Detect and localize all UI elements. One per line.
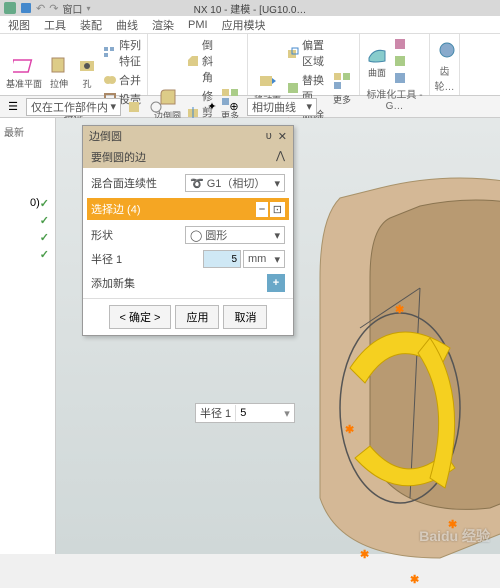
menu-pmi[interactable]: PMI bbox=[188, 19, 208, 31]
window-menu[interactable]: 窗口 bbox=[62, 1, 82, 16]
menubar: 视图 工具 装配 曲线 渲染 PMI 应用模块 bbox=[0, 16, 500, 34]
select-edge-row[interactable]: 选择边 (4) ⎯ ⊡ bbox=[87, 198, 289, 220]
history-header: 最新 bbox=[0, 118, 55, 145]
collapse-icon[interactable]: ⋀ bbox=[276, 149, 285, 165]
menu-curve[interactable]: 曲线 bbox=[116, 17, 138, 33]
menu-tools[interactable]: 工具 bbox=[44, 17, 66, 33]
history-value: 0) bbox=[30, 197, 40, 210]
sel-tool-1[interactable] bbox=[125, 98, 143, 116]
menu-application[interactable]: 应用模块 bbox=[222, 17, 266, 33]
apply-button[interactable]: 应用 bbox=[175, 305, 219, 329]
dialog-close-icon[interactable]: ✕ bbox=[278, 130, 287, 143]
menu-assembly[interactable]: 装配 bbox=[80, 17, 102, 33]
sel-tool-3[interactable]: ✦ bbox=[203, 98, 221, 116]
tool-1[interactable] bbox=[392, 36, 408, 52]
edge-icon[interactable]: ⎯ bbox=[256, 202, 268, 217]
svg-text:✱: ✱ bbox=[345, 424, 354, 436]
dialog-section: 要倒圆的边 bbox=[91, 149, 146, 165]
app-title: NX 10 - 建模 - [UG10.0… bbox=[194, 1, 307, 16]
ribbon: 基准平面 拉伸 孔 阵列特征 合并 投壳 特征 边倒圆 倒斜角 修剪体 接模 更… bbox=[0, 34, 500, 96]
radius-label: 半径 1 bbox=[91, 251, 122, 267]
dialog-title: 边倒圆 bbox=[89, 128, 122, 144]
chamfer-button[interactable]: 倒斜角 bbox=[185, 36, 215, 86]
selection-scope-dropdown[interactable]: 仅在工作部件内▾ bbox=[26, 98, 121, 116]
continuity-label: 混合面连续性 bbox=[91, 175, 157, 191]
save-icon[interactable] bbox=[20, 2, 32, 14]
unit-dropdown[interactable]: mm▾ bbox=[243, 250, 285, 268]
redo-icon[interactable]: ↷ bbox=[49, 2, 58, 15]
gear-tool-button[interactable] bbox=[434, 36, 460, 63]
selection-toolbar: ☰ 仅在工作部件内▾ ✦ ⊕ 相切曲线▾ bbox=[0, 96, 500, 118]
tool-2[interactable] bbox=[392, 53, 408, 69]
svg-text:✱: ✱ bbox=[395, 304, 404, 316]
edge-blend-dialog: 边倒圆 υ ✕ 要倒圆的边 ⋀ 混合面连续性 ➰ G1（相切） ▾ 选择边 (4… bbox=[82, 125, 294, 336]
offset-region-button[interactable]: 偏置区域 bbox=[285, 36, 327, 70]
cancel-button[interactable]: 取消 bbox=[223, 305, 267, 329]
chevron-down-icon[interactable]: ▾ bbox=[86, 4, 90, 13]
ribbon-group-gear: 齿轮… bbox=[434, 63, 455, 93]
model-preview: ✱ ✱ ✱ ✱ ✱ bbox=[260, 158, 500, 588]
ribbon-group-std: 标准化工具 - G… bbox=[364, 86, 425, 112]
sel-tool-4[interactable]: ⊕ bbox=[225, 98, 243, 116]
filter-icon[interactable]: ☰ bbox=[4, 98, 22, 116]
pattern-feature-button[interactable]: 阵列特征 bbox=[102, 36, 143, 70]
dialog-reset-icon[interactable]: υ bbox=[266, 130, 272, 143]
ok-button[interactable]: < 确定 > bbox=[109, 305, 172, 329]
check-icon: ✓ bbox=[40, 214, 49, 227]
chevron-down-icon[interactable]: ▾ bbox=[280, 407, 294, 420]
onscreen-radius-input[interactable]: 半径 1 ▾ bbox=[195, 403, 295, 423]
curve-rule-dropdown[interactable]: 相切曲线▾ bbox=[247, 98, 317, 116]
add-set-button[interactable]: + bbox=[267, 274, 285, 292]
menu-view[interactable]: 视图 bbox=[8, 17, 30, 33]
check-icon: ✓ bbox=[40, 248, 49, 261]
circle-icon: ◯ bbox=[190, 229, 202, 242]
unite-button[interactable]: 合并 bbox=[102, 71, 143, 89]
g1-icon: ➰ bbox=[190, 177, 204, 190]
check-icon: ✓ bbox=[40, 231, 49, 244]
menu-render[interactable]: 渲染 bbox=[152, 17, 174, 33]
svg-text:✱: ✱ bbox=[410, 574, 419, 586]
app-icon bbox=[4, 2, 16, 14]
undo-icon[interactable]: ↶ bbox=[36, 2, 45, 15]
continuity-dropdown[interactable]: ➰ G1（相切） ▾ bbox=[185, 174, 285, 192]
check-icon: ✓ bbox=[40, 197, 49, 210]
surface-button[interactable]: 曲面 bbox=[364, 36, 390, 86]
history-panel: 最新 0) ✓ ✓ ✓ ✓ bbox=[0, 118, 56, 554]
watermark: Baidu 经验 bbox=[419, 526, 490, 546]
onscreen-radius-field[interactable] bbox=[236, 407, 280, 419]
addnew-label: 添加新集 bbox=[91, 275, 135, 291]
sel-tool-2[interactable] bbox=[147, 98, 165, 116]
shape-dropdown[interactable]: ◯ 圆形 ▾ bbox=[185, 226, 285, 244]
svg-text:✱: ✱ bbox=[360, 549, 369, 561]
tool-3[interactable] bbox=[392, 70, 408, 86]
radius-input[interactable] bbox=[203, 250, 241, 268]
shape-label: 形状 bbox=[91, 227, 113, 243]
select-options-icon[interactable]: ⊡ bbox=[270, 202, 285, 217]
